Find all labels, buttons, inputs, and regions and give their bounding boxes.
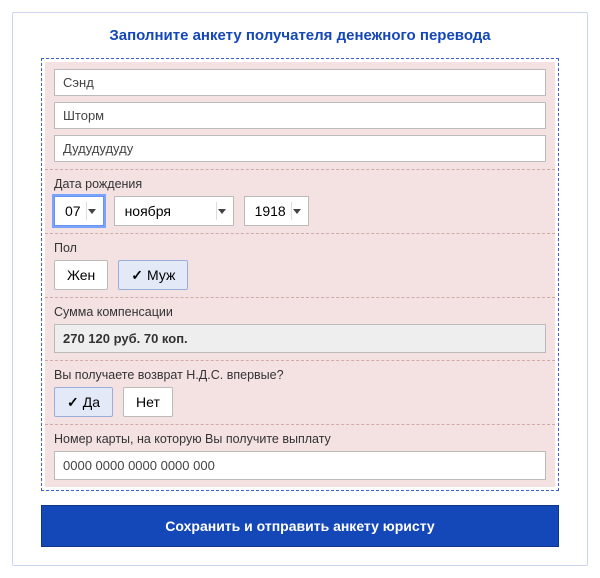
first-time-no-button[interactable]: Нет bbox=[123, 387, 173, 417]
patronymic-input[interactable] bbox=[54, 135, 546, 162]
gender-section: Пол Жен ✓ Муж bbox=[45, 234, 555, 298]
first-time-label: Вы получаете возврат Н.Д.С. впервые? bbox=[54, 368, 546, 382]
gender-male-label: Муж bbox=[147, 267, 175, 283]
last-name-input[interactable] bbox=[54, 69, 546, 96]
first-time-yes-label: Да bbox=[83, 394, 100, 410]
compensation-value: 270 120 руб. 70 коп. bbox=[54, 324, 546, 353]
name-section bbox=[45, 62, 555, 170]
dob-month-select[interactable]: ноября bbox=[114, 196, 234, 226]
form-body: Дата рождения 07 ноября 1918 bbox=[45, 62, 555, 487]
dob-section: Дата рождения 07 ноября 1918 bbox=[45, 170, 555, 234]
dob-month-value: ноября bbox=[125, 203, 171, 219]
page-title: Заполните анкету получателя денежного пе… bbox=[41, 27, 559, 44]
first-time-yes-button[interactable]: ✓ Да bbox=[54, 387, 113, 417]
check-icon: ✓ bbox=[67, 394, 79, 411]
gender-label: Пол bbox=[54, 241, 546, 255]
form-panel: Заполните анкету получателя денежного пе… bbox=[12, 12, 588, 566]
card-section: Номер карты, на которую Вы получите выпл… bbox=[45, 425, 555, 487]
first-name-input[interactable] bbox=[54, 102, 546, 129]
dob-day-value: 07 bbox=[65, 203, 81, 219]
card-label: Номер карты, на которую Вы получите выпл… bbox=[54, 432, 546, 446]
first-time-section: Вы получаете возврат Н.Д.С. впервые? ✓ Д… bbox=[45, 361, 555, 425]
first-time-no-label: Нет bbox=[136, 394, 160, 410]
check-icon: ✓ bbox=[131, 267, 143, 284]
compensation-label: Сумма компенсации bbox=[54, 305, 546, 319]
dob-label: Дата рождения bbox=[54, 177, 546, 191]
gender-male-button[interactable]: ✓ Муж bbox=[118, 260, 188, 290]
submit-button[interactable]: Сохранить и отправить анкету юристу bbox=[41, 505, 559, 547]
form-outline: Дата рождения 07 ноября 1918 bbox=[41, 58, 559, 491]
dob-year-value: 1918 bbox=[255, 203, 286, 219]
dob-day-select[interactable]: 07 bbox=[54, 196, 104, 226]
compensation-section: Сумма компенсации 270 120 руб. 70 коп. bbox=[45, 298, 555, 361]
card-number-input[interactable] bbox=[54, 451, 546, 480]
gender-female-button[interactable]: Жен bbox=[54, 260, 108, 290]
gender-female-label: Жен bbox=[67, 267, 95, 283]
dob-year-select[interactable]: 1918 bbox=[244, 196, 309, 226]
